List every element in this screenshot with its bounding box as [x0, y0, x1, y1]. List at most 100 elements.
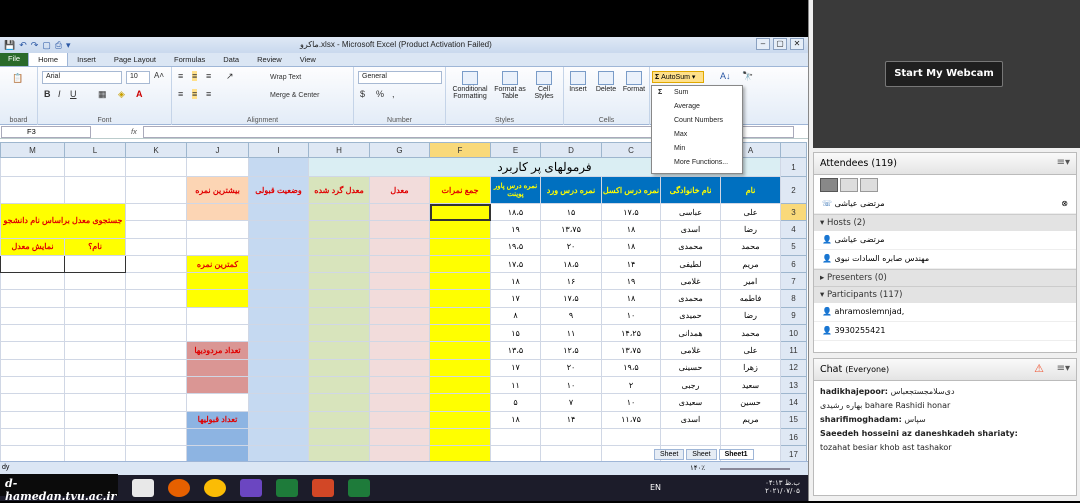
- cell-excel[interactable]: ۱۸: [601, 237, 661, 256]
- cell-pp[interactable]: ۱۸: [490, 272, 541, 291]
- cell-family[interactable]: سعیدی: [660, 393, 721, 412]
- col-header-g[interactable]: G: [369, 142, 430, 158]
- cell[interactable]: [308, 289, 370, 308]
- cell[interactable]: [369, 202, 430, 222]
- participants-section[interactable]: ▾ Participants (117): [814, 286, 1076, 303]
- cell[interactable]: [0, 375, 65, 395]
- start-webcam-button[interactable]: Start My Webcam: [885, 61, 1003, 87]
- firefox-icon[interactable]: [168, 479, 190, 497]
- tab-page-layout[interactable]: Page Layout: [105, 53, 165, 66]
- cell[interactable]: [64, 324, 126, 343]
- cell[interactable]: [308, 202, 370, 222]
- cell[interactable]: [308, 375, 370, 395]
- sum-cell[interactable]: [429, 237, 491, 256]
- cell-pp[interactable]: ۱۹،۵: [490, 237, 541, 256]
- tab-formulas[interactable]: Formulas: [165, 53, 214, 66]
- cell-pp[interactable]: ۱۷: [490, 358, 541, 377]
- col-header-h[interactable]: H: [308, 142, 370, 158]
- fill-color-icon[interactable]: ◈: [118, 89, 125, 100]
- cell[interactable]: [125, 306, 187, 326]
- cell-family[interactable]: غلامی: [660, 272, 721, 291]
- header-excel[interactable]: نمره درس اکسل: [601, 176, 661, 204]
- sum-cell[interactable]: [429, 202, 491, 222]
- cell-pp[interactable]: [490, 427, 541, 447]
- max-value-cell[interactable]: [186, 202, 249, 222]
- cell[interactable]: [0, 324, 65, 343]
- cell-name[interactable]: علی: [720, 202, 781, 222]
- conditional-formatting-button[interactable]: Conditional Formatting: [450, 71, 490, 100]
- cell[interactable]: [186, 393, 249, 412]
- cell-name[interactable]: محمد: [720, 324, 781, 343]
- cell-word[interactable]: ۱۳،۷۵: [540, 220, 602, 239]
- pane-menu-icon[interactable]: ≡▾: [1057, 157, 1070, 168]
- cell[interactable]: [308, 324, 370, 343]
- undo-icon[interactable]: ↶: [19, 40, 27, 51]
- cell[interactable]: [186, 427, 249, 447]
- menu-item-min[interactable]: Min: [652, 142, 742, 156]
- cell[interactable]: [308, 254, 370, 274]
- maximize-button[interactable]: ▢: [773, 38, 787, 50]
- cell-family[interactable]: اسدی: [660, 220, 721, 239]
- cell-excel[interactable]: ۱۱،۷۵: [601, 410, 661, 429]
- row-header[interactable]: 12: [780, 358, 807, 377]
- cell[interactable]: [369, 324, 430, 343]
- cell-word[interactable]: ۹: [540, 306, 602, 326]
- cell-excel[interactable]: ۱۴،۲۵: [601, 324, 661, 343]
- cell[interactable]: [0, 272, 65, 291]
- excel-app-icon-2[interactable]: [348, 479, 370, 497]
- cell-name[interactable]: امیر: [720, 272, 781, 291]
- font-name-select[interactable]: Arial: [42, 71, 122, 84]
- name-question-label[interactable]: نام؟: [64, 237, 126, 256]
- cell-pp[interactable]: ۱۵: [490, 324, 541, 343]
- align-middle-icon[interactable]: ≡: [192, 71, 198, 81]
- cell-word[interactable]: ۱۲،۵: [540, 341, 602, 360]
- cell[interactable]: [369, 358, 430, 377]
- sum-cell[interactable]: [429, 289, 491, 308]
- cell[interactable]: [125, 427, 187, 447]
- cell-word[interactable]: ۱۰: [540, 375, 602, 395]
- cell[interactable]: [186, 375, 249, 395]
- cell-family[interactable]: حمیدی: [660, 306, 721, 326]
- status-view-icon[interactable]: [860, 178, 878, 192]
- cell[interactable]: [0, 427, 65, 447]
- header-status[interactable]: وضعیت قبولی: [248, 176, 309, 204]
- sum-cell[interactable]: [429, 220, 491, 239]
- fx-icon[interactable]: fx: [131, 127, 137, 136]
- cell[interactable]: [64, 341, 126, 360]
- cell-excel[interactable]: ۱۹،۵: [601, 358, 661, 377]
- cell-word[interactable]: ۲۰: [540, 237, 602, 256]
- cell[interactable]: [186, 237, 249, 256]
- menu-item-average[interactable]: Average: [652, 100, 742, 114]
- sum-cell[interactable]: [429, 358, 491, 377]
- cell-name[interactable]: [720, 427, 781, 447]
- cell-excel[interactable]: ۱۷،۵: [601, 202, 661, 222]
- menu-item-more-functions[interactable]: More Functions...: [652, 156, 742, 170]
- header-rounded[interactable]: معدل گرد شده: [308, 176, 370, 204]
- cell[interactable]: [64, 427, 126, 447]
- cell-excel[interactable]: ۱۰: [601, 393, 661, 412]
- cell-pp[interactable]: ۵: [490, 393, 541, 412]
- row-header[interactable]: 1: [780, 157, 807, 177]
- redo-icon[interactable]: ↷: [31, 40, 39, 51]
- name-box[interactable]: F3: [1, 125, 91, 138]
- number-format-select[interactable]: General: [358, 71, 442, 84]
- tab-file[interactable]: File: [0, 52, 29, 66]
- cell[interactable]: [64, 393, 126, 412]
- cell[interactable]: [248, 202, 309, 222]
- cell[interactable]: [308, 393, 370, 412]
- cell-family[interactable]: عباسی: [660, 202, 721, 222]
- menu-item-max[interactable]: Max: [652, 128, 742, 142]
- cell[interactable]: [125, 289, 187, 308]
- col-header-l[interactable]: L: [64, 142, 126, 158]
- cell[interactable]: [369, 272, 430, 291]
- cell[interactable]: [186, 272, 249, 291]
- side-label[interactable]: کمترین نمره: [186, 254, 249, 274]
- comma-icon[interactable]: ,: [392, 89, 395, 99]
- cell[interactable]: [369, 375, 430, 395]
- powerpoint-icon[interactable]: [312, 479, 334, 497]
- cell[interactable]: [248, 306, 309, 326]
- cell-excel[interactable]: ۲: [601, 375, 661, 395]
- cell[interactable]: [369, 306, 430, 326]
- show-average-input[interactable]: [0, 254, 65, 274]
- cell[interactable]: [308, 341, 370, 360]
